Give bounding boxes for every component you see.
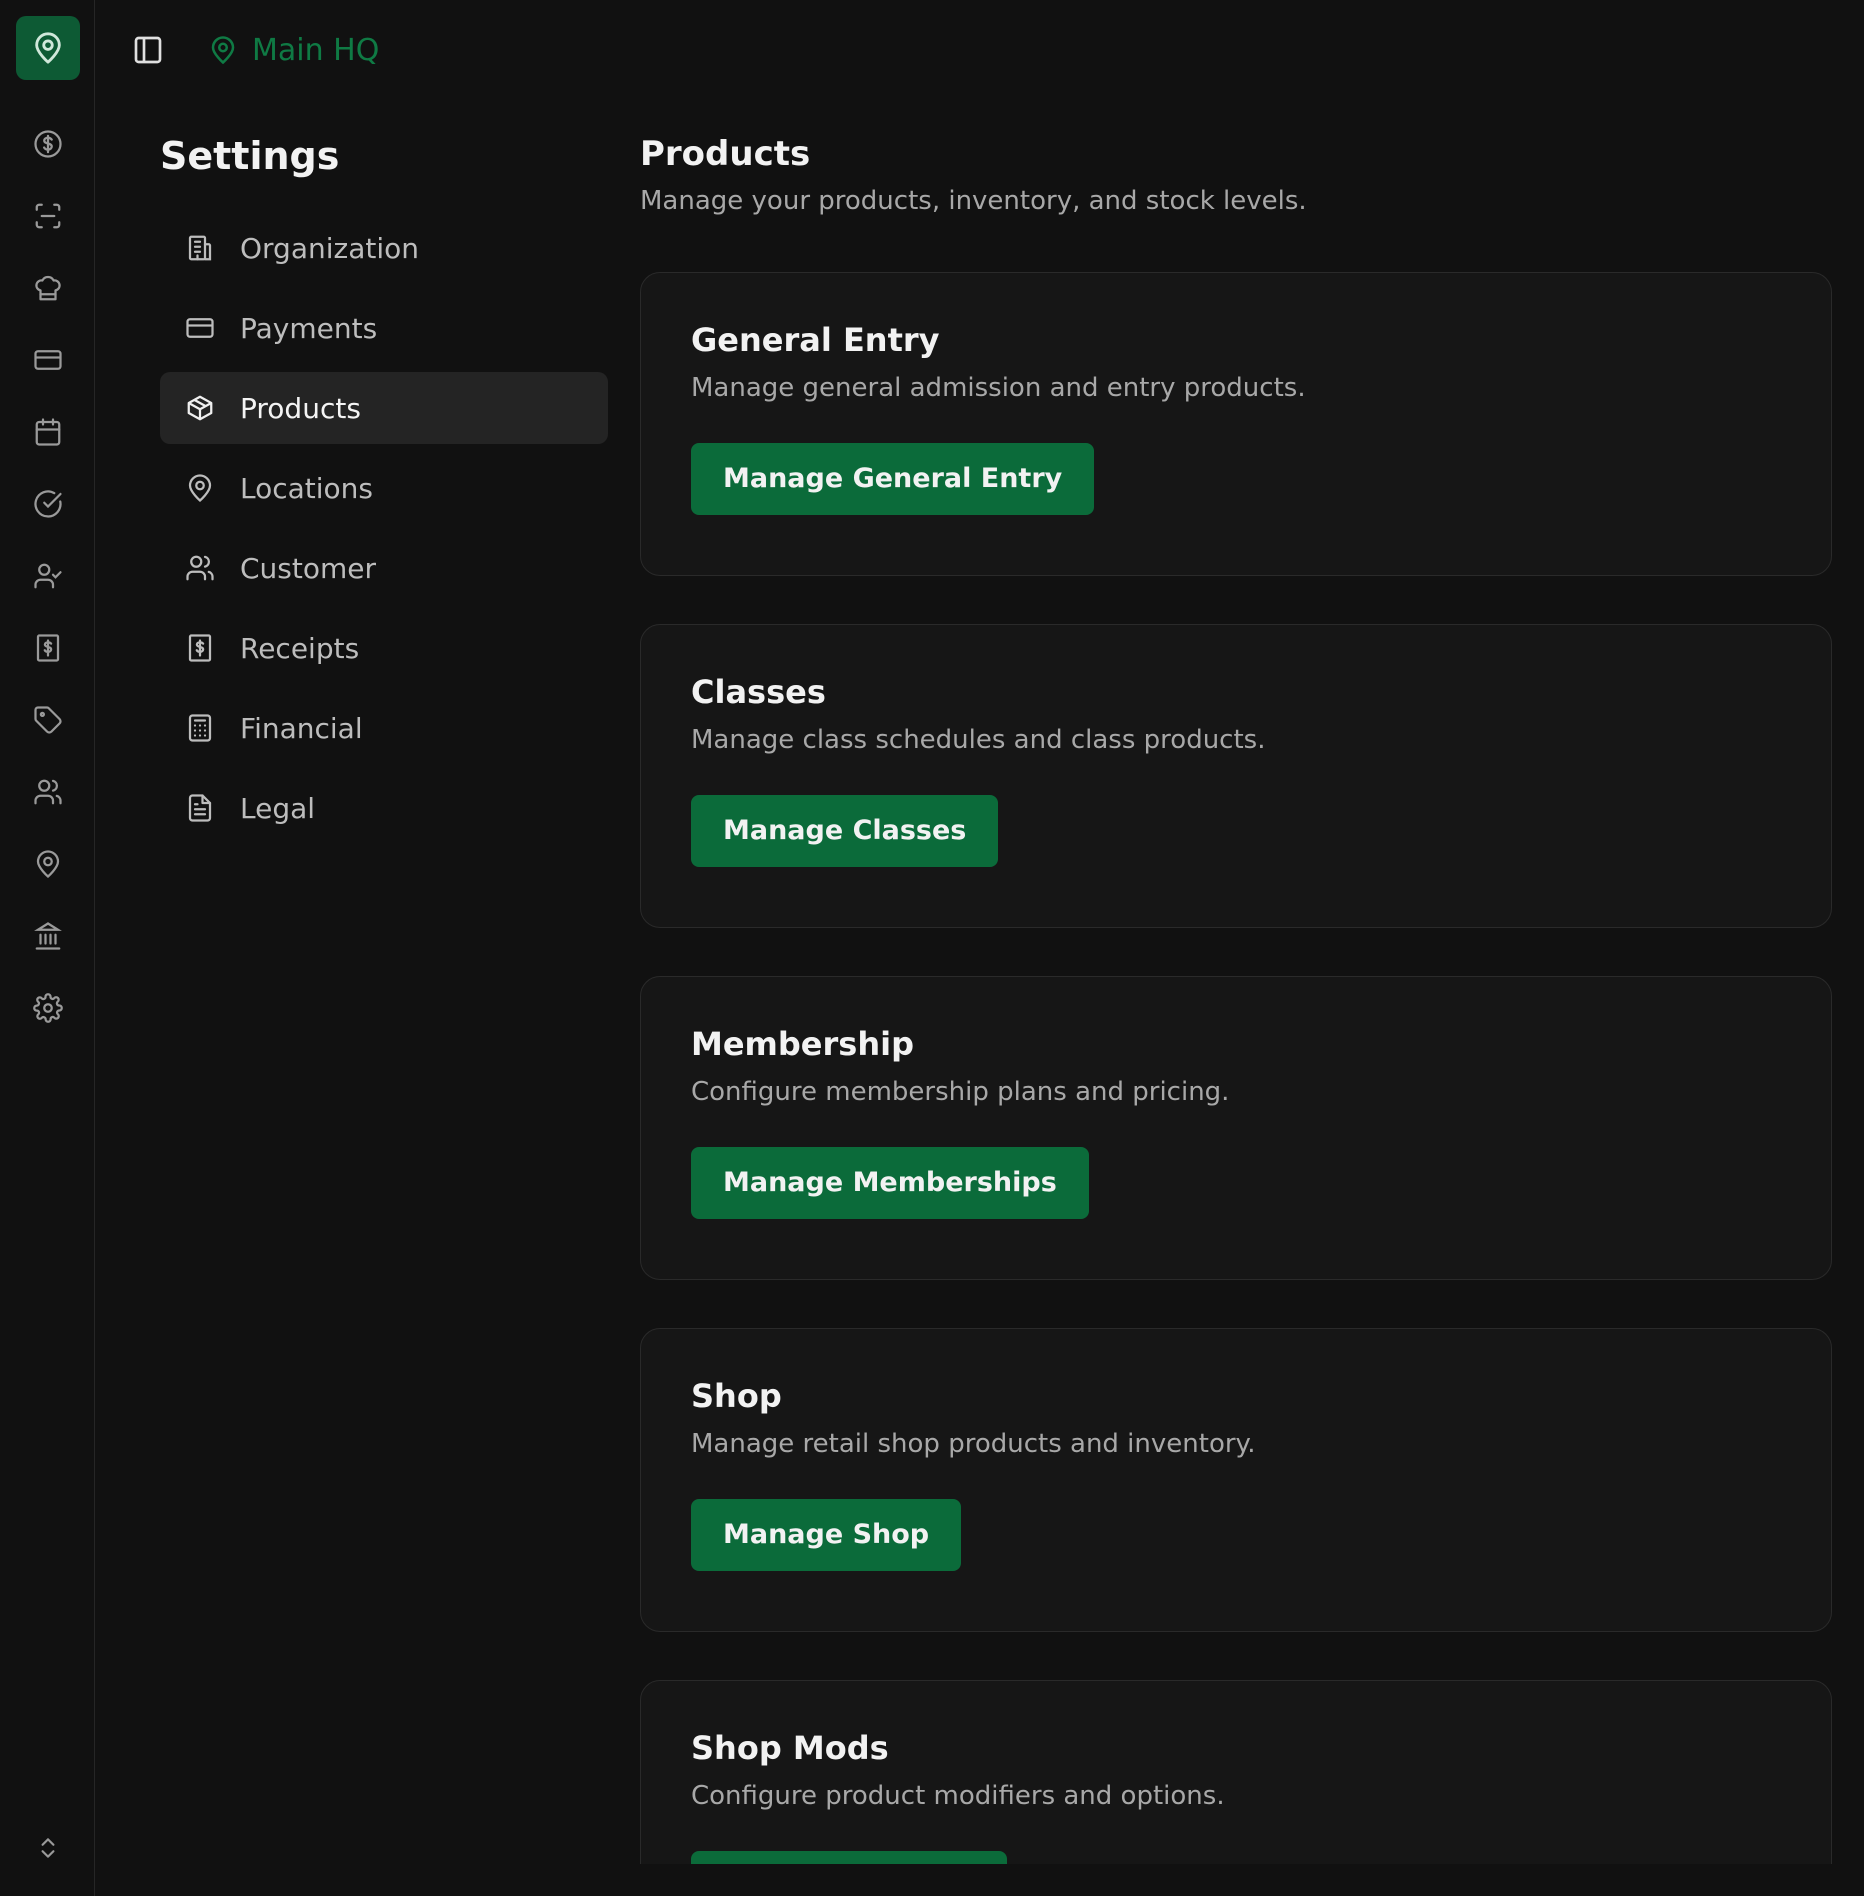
card-shop: Shop Manage retail shop products and inv… <box>640 1328 1832 1632</box>
package-icon <box>184 392 216 424</box>
card-membership: Membership Configure membership plans an… <box>640 976 1832 1280</box>
location-selector[interactable]: Main HQ <box>208 26 379 74</box>
users-icon <box>184 552 216 584</box>
receipt-dollar-icon <box>184 632 216 664</box>
map-pin-icon <box>184 472 216 504</box>
scan-icon[interactable] <box>24 192 72 240</box>
logo-map-pin-icon[interactable] <box>16 16 80 80</box>
card-title: Membership <box>691 1025 914 1063</box>
manage-shop-button[interactable]: Manage Shop <box>691 1499 962 1571</box>
manage-memberships-button[interactable]: Manage Memberships <box>691 1147 1089 1219</box>
nav-item-legal[interactable]: Legal <box>160 772 608 844</box>
card-description: Configure membership plans and pricing. <box>691 1077 1230 1107</box>
page-subtitle: Manage your products, inventory, and sto… <box>640 186 1307 216</box>
receipt-dollar-icon[interactable] <box>24 624 72 672</box>
tag-icon[interactable] <box>24 696 72 744</box>
map-pin-icon <box>208 35 238 65</box>
card-title: Shop Mods <box>691 1729 889 1767</box>
card-title: Classes <box>691 673 826 711</box>
nav-item-label: Receipts <box>240 631 360 665</box>
card-description: Manage general admission and entry produ… <box>691 373 1306 403</box>
calculator-icon <box>184 712 216 744</box>
building-icon <box>184 232 216 264</box>
card-general-entry: General Entry Manage general admission a… <box>640 272 1832 576</box>
nav-item-label: Customer <box>240 551 377 585</box>
credit-card-icon <box>184 312 216 344</box>
users-icon[interactable] <box>24 768 72 816</box>
nav-item-organization[interactable]: Organization <box>160 212 608 284</box>
main-header: Products Manage your products, inventory… <box>640 134 1832 216</box>
bank-icon[interactable] <box>24 912 72 960</box>
document-icon <box>184 792 216 824</box>
calendar-icon[interactable] <box>24 408 72 456</box>
nav-item-customer[interactable]: Customer <box>160 532 608 604</box>
manage-classes-button[interactable]: Manage Classes <box>691 795 999 867</box>
map-pin-icon[interactable] <box>24 840 72 888</box>
credit-card-icon[interactable] <box>24 336 72 384</box>
chevron-up-down-icon[interactable] <box>24 1824 72 1872</box>
card-description: Manage class schedules and class product… <box>691 725 1266 755</box>
settings-nav: Organization Payments Products Locations… <box>160 212 608 852</box>
chef-hat-icon[interactable] <box>24 264 72 312</box>
check-circle-icon[interactable] <box>24 480 72 528</box>
nav-item-payments[interactable]: Payments <box>160 292 608 364</box>
icon-rail <box>0 0 95 1896</box>
nav-item-label: Payments <box>240 311 378 345</box>
manage-shop-mods-button[interactable] <box>691 1851 1007 1864</box>
card-description: Configure product modifiers and options. <box>691 1781 1225 1811</box>
nav-item-label: Products <box>240 391 361 425</box>
nav-item-label: Financial <box>240 711 363 745</box>
nav-item-products[interactable]: Products <box>160 372 608 444</box>
nav-item-financial[interactable]: Financial <box>160 692 608 764</box>
card-classes: Classes Manage class schedules and class… <box>640 624 1832 928</box>
dollar-circle-icon[interactable] <box>24 120 72 168</box>
nav-item-receipts[interactable]: Receipts <box>160 612 608 684</box>
nav-item-locations[interactable]: Locations <box>160 452 608 524</box>
gear-icon[interactable] <box>24 984 72 1032</box>
page-title: Products <box>640 134 811 174</box>
settings-title: Settings <box>160 134 340 178</box>
card-description: Manage retail shop products and inventor… <box>691 1429 1256 1459</box>
card-title: Shop <box>691 1377 782 1415</box>
sidebar-toggle-icon[interactable] <box>124 26 172 74</box>
product-cards: General Entry Manage general admission a… <box>640 272 1832 1864</box>
location-label: Main HQ <box>252 32 380 68</box>
user-check-icon[interactable] <box>24 552 72 600</box>
nav-item-label: Legal <box>240 791 316 825</box>
manage-general-entry-button[interactable]: Manage General Entry <box>691 443 1095 515</box>
nav-item-label: Locations <box>240 471 374 505</box>
nav-item-label: Organization <box>240 231 420 265</box>
card-title: General Entry <box>691 321 940 359</box>
card-shop-mods: Shop Mods Configure product modifiers an… <box>640 1680 1832 1864</box>
